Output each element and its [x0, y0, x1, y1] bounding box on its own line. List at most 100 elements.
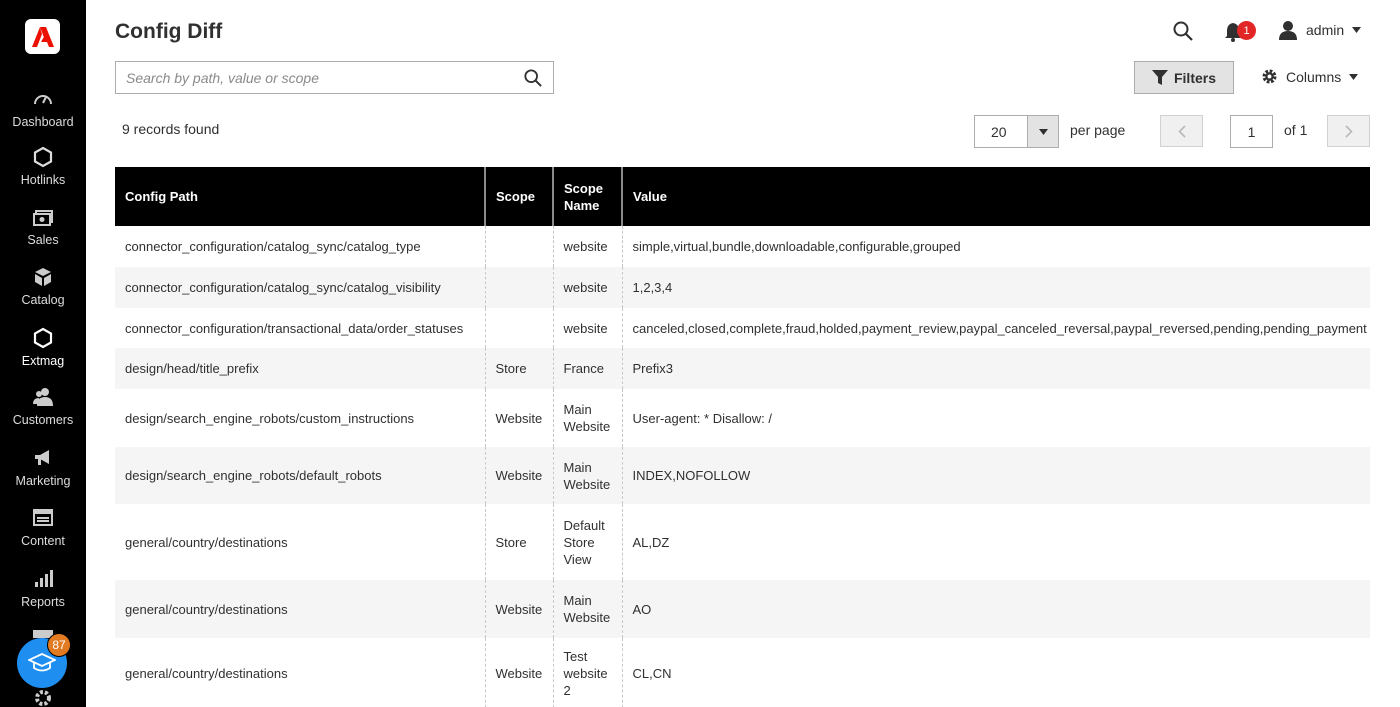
table-header-row: Config Path Scope Scope Name Value: [115, 167, 1370, 226]
per-page-label: per page: [1070, 122, 1126, 138]
cell-scope-name: website: [553, 308, 623, 348]
sidebar-item-sales[interactable]: Sales: [0, 206, 86, 249]
filters-button[interactable]: Filters: [1134, 61, 1234, 94]
cell-value: canceled,closed,complete,fraud,holded,pa…: [632, 320, 1367, 336]
table-row[interactable]: design/head/title_prefix Store France Pr…: [115, 348, 1370, 389]
gear-icon: [1262, 69, 1277, 84]
sidebar-item-extmag[interactable]: Extmag: [0, 327, 86, 370]
search-icon: [1173, 21, 1193, 41]
graduation-cap-icon: [28, 653, 56, 672]
cell-config-path: connector_configuration/catalog_sync/cat…: [115, 226, 486, 267]
search-icon: [524, 68, 542, 87]
chevron-down-icon: [1352, 27, 1362, 33]
cell-config-path: design/search_engine_robots/custom_instr…: [115, 389, 486, 447]
cell-config-path: general/country/destinations: [115, 580, 486, 638]
cell-value: 1,2,3,4: [622, 267, 1370, 308]
columns-button[interactable]: Columns: [1261, 68, 1359, 85]
sales-icon: [33, 210, 53, 226]
sidebar-item-label: Dashboard: [12, 115, 74, 129]
gear-icon[interactable]: [33, 688, 53, 707]
cell-value: INDEX,NOFOLLOW: [622, 447, 1370, 504]
cell-scope-name: website: [553, 226, 623, 267]
sidebar-item-label: Customers: [12, 413, 74, 427]
sidebar-item-content[interactable]: Content: [0, 507, 86, 550]
cell-scope-name: Main Website: [553, 447, 623, 504]
column-header-scope[interactable]: Scope: [485, 167, 554, 226]
user-menu[interactable]: admin: [1278, 20, 1362, 40]
cell-scope: Website: [485, 638, 554, 707]
config-diff-table: Config Path Scope Scope Name Value conne…: [115, 167, 1370, 707]
cell-value: User-agent: * Disallow: /: [632, 410, 772, 426]
cell-scope-name: website: [553, 267, 623, 308]
customers-icon: [33, 388, 53, 406]
sidebar-item-customers[interactable]: Customers: [0, 386, 86, 429]
column-header-config-path[interactable]: Config Path: [115, 167, 486, 226]
hexagon-icon: [33, 327, 53, 349]
sidebar-item-dashboard[interactable]: Dashboard: [0, 88, 86, 131]
learning-badge: 87: [47, 633, 71, 657]
sidebar-item-marketing[interactable]: Marketing: [0, 447, 86, 490]
sidebar-item-label: Reports: [21, 595, 65, 609]
table-row[interactable]: general/country/destinations Website Tes…: [115, 638, 1370, 707]
column-header-scope-name[interactable]: Scope Name: [553, 167, 623, 226]
sidebar-item-label: Sales: [27, 233, 59, 247]
table-row[interactable]: connector_configuration/catalog_sync/cat…: [115, 267, 1370, 308]
search-input[interactable]: [116, 62, 513, 93]
per-page-toggle[interactable]: [1027, 116, 1058, 147]
cell-config-path: connector_configuration/catalog_sync/cat…: [115, 267, 486, 308]
sidebar-item-label: Hotlinks: [20, 173, 66, 187]
sidebar-item-label: Marketing: [15, 474, 71, 488]
cell-config-path: design/search_engine_robots/default_robo…: [115, 447, 486, 504]
cell-scope-name: Main Website: [553, 389, 623, 447]
cell-value: CL,CN: [632, 665, 672, 681]
next-page-button[interactable]: [1327, 115, 1370, 147]
table-row[interactable]: connector_configuration/catalog_sync/cat…: [115, 226, 1370, 267]
cell-scope-name: France: [553, 348, 623, 389]
per-page-value: 20: [991, 123, 1007, 140]
cell-value: AO: [622, 580, 1370, 638]
table-row[interactable]: general/country/destinations Store Defau…: [115, 504, 1370, 580]
chevron-down-icon: [1349, 73, 1359, 80]
adobe-logo[interactable]: [25, 19, 60, 54]
catalog-icon: [35, 268, 51, 286]
global-search-button[interactable]: [1173, 21, 1193, 46]
cell-scope: Website: [485, 447, 554, 504]
previous-page-button[interactable]: [1160, 115, 1203, 147]
sidebar-item-label: Extmag: [21, 354, 65, 368]
user-icon: [1279, 21, 1297, 40]
dashboard-icon: [34, 95, 52, 105]
cell-value: simple,virtual,bundle,downloadable,confi…: [632, 239, 961, 254]
hexagon-icon: [33, 146, 53, 168]
table-row[interactable]: design/search_engine_robots/custom_instr…: [115, 389, 1370, 447]
sidebar-item-reports[interactable]: Reports: [0, 568, 86, 611]
chevron-left-icon: [1177, 124, 1186, 138]
columns-label: Columns: [1286, 68, 1342, 85]
page-total: of 1: [1284, 122, 1308, 138]
table-row[interactable]: general/country/destinations Website Mai…: [115, 580, 1370, 638]
column-header-value[interactable]: Value: [622, 167, 1370, 226]
sidebar-item-catalog[interactable]: Catalog: [0, 266, 86, 309]
admin-sidebar: Dashboard Hotlinks Sales Catalog Extmag …: [0, 0, 86, 707]
cell-scope: Website: [485, 389, 554, 447]
search-submit-button[interactable]: [513, 62, 553, 93]
records-count: 9 records found: [122, 121, 220, 137]
page-title: Config Diff: [115, 20, 223, 43]
adobe-logo-icon: [31, 26, 54, 47]
cell-scope: Store: [485, 504, 554, 580]
cell-scope: [485, 226, 554, 267]
cell-value: AL,DZ: [632, 534, 670, 550]
cell-scope: Store: [485, 348, 554, 389]
page-number-input[interactable]: 1: [1230, 115, 1273, 148]
cell-config-path: general/country/destinations: [115, 504, 486, 580]
filters-label: Filters: [1173, 69, 1216, 86]
cell-config-path: general/country/destinations: [115, 638, 486, 707]
filter-icon: [1151, 70, 1168, 85]
sidebar-item-label: Catalog: [21, 293, 65, 307]
per-page-select[interactable]: 20: [974, 115, 1059, 148]
table-row[interactable]: design/search_engine_robots/default_robo…: [115, 447, 1370, 504]
sidebar-item-hotlinks[interactable]: Hotlinks: [0, 146, 86, 189]
megaphone-icon: [35, 450, 49, 465]
table-row[interactable]: connector_configuration/transactional_da…: [115, 308, 1370, 348]
sidebar-item-label: Content: [21, 534, 65, 548]
chevron-down-icon: [1038, 128, 1048, 135]
